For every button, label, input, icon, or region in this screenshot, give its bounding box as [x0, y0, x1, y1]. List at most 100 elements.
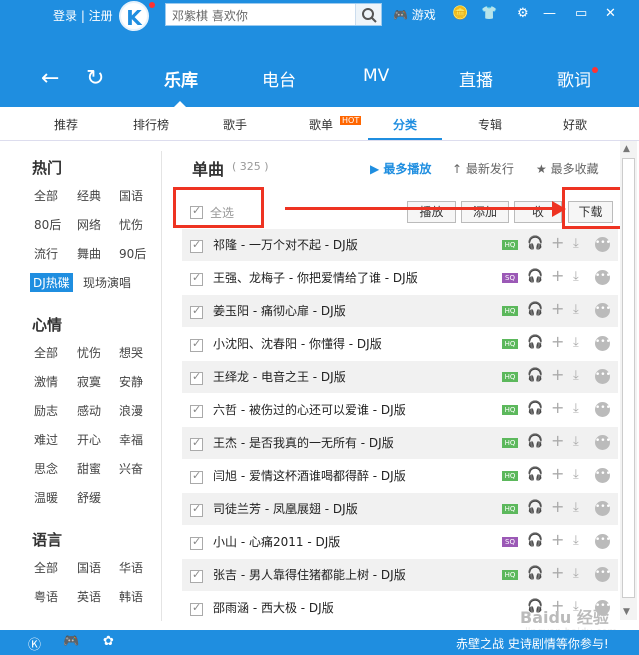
add-icon[interactable]: +: [551, 365, 564, 384]
download-icon[interactable]: ⤓: [573, 566, 579, 581]
more-icon[interactable]: •••: [595, 501, 611, 516]
headphone-icon[interactable]: 🎧: [527, 533, 543, 548]
song-row[interactable]: 张吉 - 男人靠得住猪都能上树 - DJ版 HQ 🎧 + ⤓ •••: [182, 559, 618, 592]
login-register-link[interactable]: 登录 | 注册: [53, 7, 113, 24]
add-icon[interactable]: +: [551, 464, 564, 483]
kugou-logo[interactable]: K: [119, 1, 149, 31]
play-button[interactable]: 播放: [407, 201, 456, 223]
category-item[interactable]: 舒缓: [77, 489, 101, 506]
more-icon[interactable]: •••: [595, 237, 611, 252]
category-item[interactable]: 华语: [119, 559, 143, 576]
scroll-down-icon[interactable]: ▼: [623, 607, 630, 617]
song-row[interactable]: 小山 - 心痛2011 - DJ版 SQ 🎧 + ⤓ •••: [182, 526, 618, 559]
category-item[interactable]: 开心: [77, 431, 101, 448]
headphone-icon[interactable]: 🎧: [527, 500, 543, 515]
category-item[interactable]: 温暖: [34, 489, 58, 506]
category-item[interactable]: 想哭: [119, 344, 143, 361]
row-checkbox[interactable]: [190, 337, 210, 353]
category-item[interactable]: 励志: [34, 402, 58, 419]
row-checkbox[interactable]: [190, 568, 210, 584]
subtab-good-songs[interactable]: 好歌: [563, 116, 587, 133]
song-title[interactable]: 小沈阳、沈春阳 - 你懂得 - DJ版: [213, 335, 382, 352]
row-checkbox[interactable]: [190, 469, 210, 485]
mini-mode-icon[interactable]: ▭: [575, 6, 587, 21]
song-title[interactable]: 闫旭 - 爱情这杯酒谁喝都得醉 - DJ版: [213, 467, 406, 484]
download-icon[interactable]: ⤓: [573, 500, 579, 515]
sort-most-favorited[interactable]: ★ 最多收藏: [536, 160, 599, 177]
download-icon[interactable]: ⤓: [573, 401, 579, 416]
headphone-icon[interactable]: 🎧: [527, 236, 543, 251]
minimize-icon[interactable]: —: [543, 6, 556, 21]
scrollbar[interactable]: ▲ ▼: [620, 141, 637, 620]
song-title[interactable]: 姜玉阳 - 痛彻心扉 - DJ版: [213, 302, 346, 319]
add-icon[interactable]: +: [551, 431, 564, 450]
headphone-icon[interactable]: 🎧: [527, 368, 543, 383]
coin-icon[interactable]: 🪙: [452, 6, 468, 21]
download-icon[interactable]: ⤓: [573, 236, 579, 251]
song-title[interactable]: 司徒兰芳 - 凤凰展翅 - DJ版: [213, 500, 358, 517]
add-icon[interactable]: +: [551, 233, 564, 252]
song-row[interactable]: 闫旭 - 爱情这杯酒谁喝都得醉 - DJ版 HQ 🎧 + ⤓ •••: [182, 460, 618, 493]
song-title[interactable]: 六哲 - 被伤过的心还可以爱谁 - DJ版: [213, 401, 406, 418]
sort-most-played[interactable]: ▶ 最多播放: [370, 160, 431, 177]
song-title[interactable]: 祁隆 - 一万个对不起 - DJ版: [213, 236, 358, 253]
song-row[interactable]: 小沈阳、沈春阳 - 你懂得 - DJ版 HQ 🎧 + ⤓ •••: [182, 328, 618, 361]
sort-newest[interactable]: ↑ 最新发行: [452, 160, 514, 177]
skin-icon[interactable]: 👕: [481, 6, 497, 21]
song-title[interactable]: 王强、龙梅子 - 你把爱情给了谁 - DJ版: [213, 269, 418, 286]
row-checkbox[interactable]: [190, 502, 210, 518]
category-item[interactable]: 兴奋: [119, 460, 143, 477]
category-item[interactable]: 安静: [119, 373, 143, 390]
headphone-icon[interactable]: 🎧: [527, 566, 543, 581]
download-icon[interactable]: ⤓: [573, 335, 579, 350]
download-icon[interactable]: ⤓: [573, 368, 579, 383]
add-icon[interactable]: +: [551, 530, 564, 549]
category-item[interactable]: 网络: [77, 216, 101, 233]
song-row[interactable]: 六哲 - 被伤过的心还可以爱谁 - DJ版 HQ 🎧 + ⤓ •••: [182, 394, 618, 427]
category-item[interactable]: 感动: [77, 402, 101, 419]
headphone-icon[interactable]: 🎧: [527, 467, 543, 482]
category-item-dj-selected[interactable]: DJ热碟: [30, 273, 73, 292]
category-item[interactable]: 思念: [34, 460, 58, 477]
download-icon[interactable]: ⤓: [573, 533, 579, 548]
category-item[interactable]: 全部: [34, 344, 58, 361]
more-icon[interactable]: •••: [595, 303, 611, 318]
row-checkbox[interactable]: [190, 370, 210, 386]
category-item[interactable]: 现场演唱: [83, 274, 131, 291]
row-checkbox[interactable]: [190, 403, 210, 419]
more-icon[interactable]: •••: [595, 369, 611, 384]
category-item[interactable]: 全部: [34, 559, 58, 576]
scroll-thumb[interactable]: [622, 158, 635, 598]
gamepad-icon[interactable]: 🎮: [63, 634, 79, 649]
song-title[interactable]: 邵雨涵 - 西大极 - DJ版: [213, 599, 334, 616]
headphone-icon[interactable]: 🎧: [527, 269, 543, 284]
category-item[interactable]: 幸福: [119, 431, 143, 448]
song-row[interactable]: 司徒兰芳 - 凤凰展翅 - DJ版 HQ 🎧 + ⤓ •••: [182, 493, 618, 526]
subtab-playlists[interactable]: 歌单: [309, 116, 333, 133]
song-title[interactable]: 小山 - 心痛2011 - DJ版: [213, 533, 340, 550]
more-icon[interactable]: •••: [595, 435, 611, 450]
close-icon[interactable]: ✕: [605, 6, 616, 21]
subtab-albums[interactable]: 专辑: [478, 116, 502, 133]
category-item[interactable]: 甜蜜: [77, 460, 101, 477]
category-item[interactable]: 寂寞: [77, 373, 101, 390]
headphone-icon[interactable]: 🎧: [527, 401, 543, 416]
add-icon[interactable]: +: [551, 497, 564, 516]
row-checkbox[interactable]: [190, 271, 210, 287]
song-title[interactable]: 王杰 - 是否我真的一无所有 - DJ版: [213, 434, 394, 451]
song-row[interactable]: 王杰 - 是否我真的一无所有 - DJ版 HQ 🎧 + ⤓ •••: [182, 427, 618, 460]
download-icon[interactable]: ⤓: [573, 302, 579, 317]
song-title[interactable]: 张吉 - 男人靠得住猪都能上树 - DJ版: [213, 566, 406, 583]
more-icon[interactable]: •••: [595, 336, 611, 351]
category-item[interactable]: 韩语: [119, 588, 143, 605]
add-icon[interactable]: +: [551, 563, 564, 582]
add-icon[interactable]: +: [551, 299, 564, 318]
app-icon[interactable]: ✿: [103, 634, 114, 649]
row-checkbox[interactable]: [190, 304, 210, 320]
category-item[interactable]: 浪漫: [119, 402, 143, 419]
category-item[interactable]: 激情: [34, 373, 58, 390]
tab-radio[interactable]: 电台: [262, 66, 296, 91]
download-icon[interactable]: ⤓: [573, 434, 579, 449]
ad-text[interactable]: 赤壁之战 史诗剧情等你参与!: [456, 635, 609, 652]
category-item[interactable]: 全部: [34, 187, 58, 204]
